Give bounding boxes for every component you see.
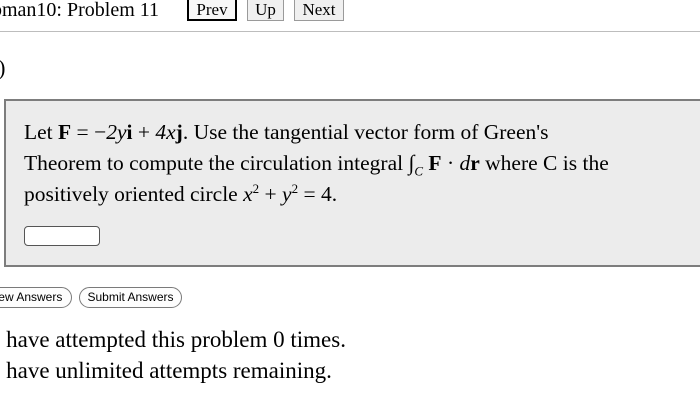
integral-subscript: C (414, 163, 424, 179)
attempts-status: ı have attempted this problem 0 times. (0, 327, 346, 352)
problem-sentence3-end: . (331, 182, 338, 206)
problem-sentence1-end: . Use the tangential vector form of Gree… (182, 120, 549, 144)
problem-sentence2-start: Theorem to compute the circulation integ… (24, 151, 409, 175)
up-button[interactable]: Up (247, 0, 284, 21)
score-label: t) (0, 55, 5, 81)
problem-intro: Let (24, 120, 59, 144)
header-divider (0, 31, 700, 32)
problem-sentence2-end: where C is the (479, 151, 609, 175)
vector-field-definition: F = −2yi + 4xj (58, 120, 183, 144)
circulation-integral: ∫C F · dr (408, 151, 480, 179)
remaining-attempts-status: ı have unlimited attempts remaining. (0, 358, 332, 383)
submit-answers-button[interactable]: Submit Answers (79, 287, 182, 308)
answer-input[interactable] (24, 226, 100, 246)
problem-box: Let F = −2yi + 4xj. Use the tangential v… (4, 99, 700, 267)
next-button[interactable]: Next (294, 0, 344, 21)
circle-equation: x2 + y2 = 4 (243, 180, 332, 206)
problem-text: Let F = −2yi + 4xj. Use the tangential v… (24, 117, 700, 210)
prev-button[interactable]: Prev (187, 0, 237, 21)
header-title: pman10: Problem 11 (0, 0, 160, 21)
preview-answers-button[interactable]: iew Answers (0, 287, 72, 308)
problem-sentence3-start: positively oriented circle (24, 182, 244, 206)
